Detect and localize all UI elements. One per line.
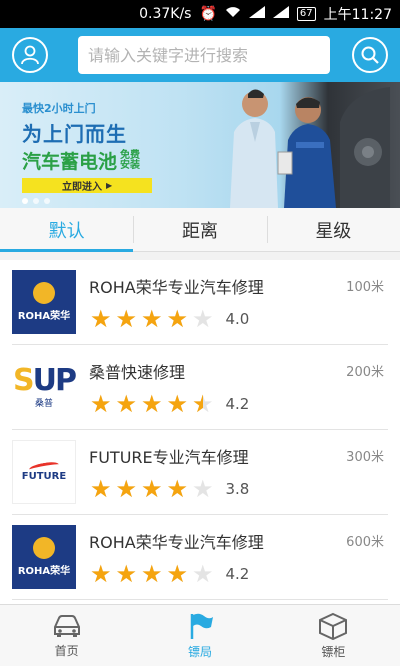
star-icon: ★★: [90, 560, 112, 588]
roha-emblem-icon: [33, 282, 55, 304]
promo-banner[interactable]: 最快2小时上门 为上门而生 汽车蓄电池 免费安装 立即进入 ▶: [0, 82, 400, 208]
star-rating: ★★ ★★ ★★ ★★ ★★ 4.2: [90, 560, 250, 588]
banner-enter-button[interactable]: 立即进入 ▶: [22, 178, 152, 193]
nav-cabinet[interactable]: 镖柜: [267, 605, 400, 666]
roha-emblem-icon: [33, 537, 55, 559]
tab-rating[interactable]: 星级: [266, 208, 400, 251]
star-icon: ★★: [166, 475, 189, 503]
rating-score: 3.8: [225, 480, 250, 498]
pagination-dot[interactable]: [33, 198, 39, 204]
pagination-dot[interactable]: [44, 198, 50, 204]
rating-score: 4.2: [225, 565, 250, 583]
star-icon: ★★: [166, 390, 189, 418]
mechanics-illustration: [230, 87, 390, 208]
search-button[interactable]: [352, 37, 388, 73]
shop-distance: 100米: [346, 280, 384, 295]
banner-product: 汽车蓄电池 免费安装: [22, 147, 162, 174]
banner-pagination: [22, 198, 50, 204]
star-icon: ★★: [141, 560, 163, 588]
star-icon: ★★: [192, 390, 214, 418]
search-input[interactable]: [78, 36, 330, 74]
alarm-icon: ⏰: [199, 6, 217, 22]
wifi-icon: [225, 6, 241, 22]
star-rating: ★★ ★★ ★★ ★★ ★★ 3.8: [90, 475, 250, 503]
star-icon: ★★: [141, 475, 163, 503]
nav-label: 镖柜: [321, 644, 346, 659]
banner-text: 最快2小时上门 为上门而生 汽车蓄电池 免费安装 立即进入 ▶: [22, 100, 162, 193]
clock: 上午11:27: [323, 7, 392, 23]
star-icon: ★★: [166, 305, 189, 333]
banner-title: 为上门而生: [22, 122, 127, 146]
shop-logo: SUP 桑普: [12, 355, 77, 419]
star-icon: ★★: [115, 560, 138, 588]
logo-subtext: 桑普: [34, 398, 53, 409]
arrow-right-icon: ▶: [106, 181, 113, 190]
shop-distance: 600米: [346, 535, 384, 550]
shop-logo: FUTURE: [12, 440, 76, 504]
star-icon: ★★: [192, 560, 214, 588]
banner-free-install: 免费安装: [120, 149, 141, 171]
tab-distance[interactable]: 距离: [133, 208, 266, 251]
shop-distance: 300米: [346, 450, 384, 465]
list-item[interactable]: SUP 桑普 桑普快速修理 200米 ★ ★ ★ ★ ★ ★ ★ ★ ★ ★ 4.2: [12, 345, 388, 430]
star-icon: ★★: [90, 390, 112, 418]
shop-name: ROHA荣华专业汽车修理: [89, 533, 264, 552]
network-speed: 0.37K/s: [139, 6, 192, 22]
banner-subtitle: 最快2小时上门: [22, 102, 96, 115]
list-item[interactable]: ROHA荣华 ROHA荣华专业汽车修理 600米 ★★ ★★ ★★ ★★ ★★ …: [12, 515, 388, 600]
pagination-dot[interactable]: [22, 198, 28, 204]
search-icon: [361, 46, 379, 64]
shop-logo: ROHA荣华: [12, 270, 76, 334]
shop-name: ROHA荣华专业汽车修理: [89, 278, 264, 297]
star-icon: ★★: [166, 560, 189, 588]
user-icon: [21, 45, 39, 65]
rating-score: 4.2: [225, 395, 250, 413]
star-icon: ★★: [115, 305, 138, 333]
tab-label: 距离: [181, 220, 218, 242]
star-icon: ★★: [192, 305, 214, 333]
nav-home[interactable]: 首页: [0, 605, 133, 666]
nav-escort[interactable]: 镖局: [133, 605, 266, 666]
rating-score: 4.0: [225, 310, 250, 328]
bottom-nav: 首页 镖局 镖柜: [0, 604, 400, 666]
profile-button[interactable]: [12, 37, 48, 73]
banner-product-label: 汽车蓄电池: [22, 151, 118, 173]
shop-list: ROHA荣华 ROHA荣华专业汽车修理 100米 ★★ ★★ ★★ ★★ ★★ …: [0, 260, 400, 604]
star-icon: ★★: [115, 475, 138, 503]
logo-text: FUTURE: [21, 470, 67, 482]
star-icon: ★★: [90, 305, 112, 333]
signal-icon-2: [272, 6, 289, 22]
star-icon: ★★: [90, 475, 112, 503]
shop-logo: ROHA荣华: [12, 525, 76, 589]
list-item[interactable]: ROHA荣华 ROHA荣华专业汽车修理 100米 ★★ ★★ ★★ ★★ ★★ …: [12, 260, 388, 345]
shop-name: FUTURE专业汽车修理: [89, 448, 249, 467]
nav-label: 镖局: [187, 644, 212, 659]
battery-indicator: 67: [296, 7, 316, 21]
sort-tabs: 默认 距离 星级: [0, 208, 400, 252]
star-icon: ★★: [115, 390, 138, 418]
shop-distance: 200米: [346, 365, 384, 380]
status-bar: 0.37K/s ⏰ 67 上午11:27: [0, 0, 400, 28]
logo-text: SUP: [13, 362, 77, 398]
tab-default[interactable]: 默认: [0, 208, 134, 252]
car-icon: [53, 614, 80, 637]
star-rating: ★★ ★★ ★★ ★★ ★★ 4.2: [90, 390, 250, 418]
tab-label: 星级: [315, 220, 352, 242]
star-icon: ★★: [141, 390, 163, 418]
logo-text: ROHA荣华: [17, 311, 71, 322]
tab-label: 默认: [48, 220, 85, 242]
list-item[interactable]: FUTURE FUTURE专业汽车修理 300米 ★★ ★★ ★★ ★★ ★★ …: [12, 430, 388, 515]
star-rating: ★★ ★★ ★★ ★★ ★★ 4.0: [90, 305, 250, 333]
star-icon: ★★: [141, 305, 163, 333]
banner-enter-label: 立即进入: [62, 182, 102, 193]
shop-name: 桑普快速修理: [89, 363, 186, 382]
signal-icon: [248, 6, 265, 22]
top-header: [0, 28, 400, 82]
star-icon: ★★: [192, 475, 214, 503]
logo-text: ROHA荣华: [17, 566, 71, 577]
nav-label: 首页: [54, 643, 79, 658]
box-icon: [319, 612, 348, 640]
flag-icon: [190, 613, 213, 639]
